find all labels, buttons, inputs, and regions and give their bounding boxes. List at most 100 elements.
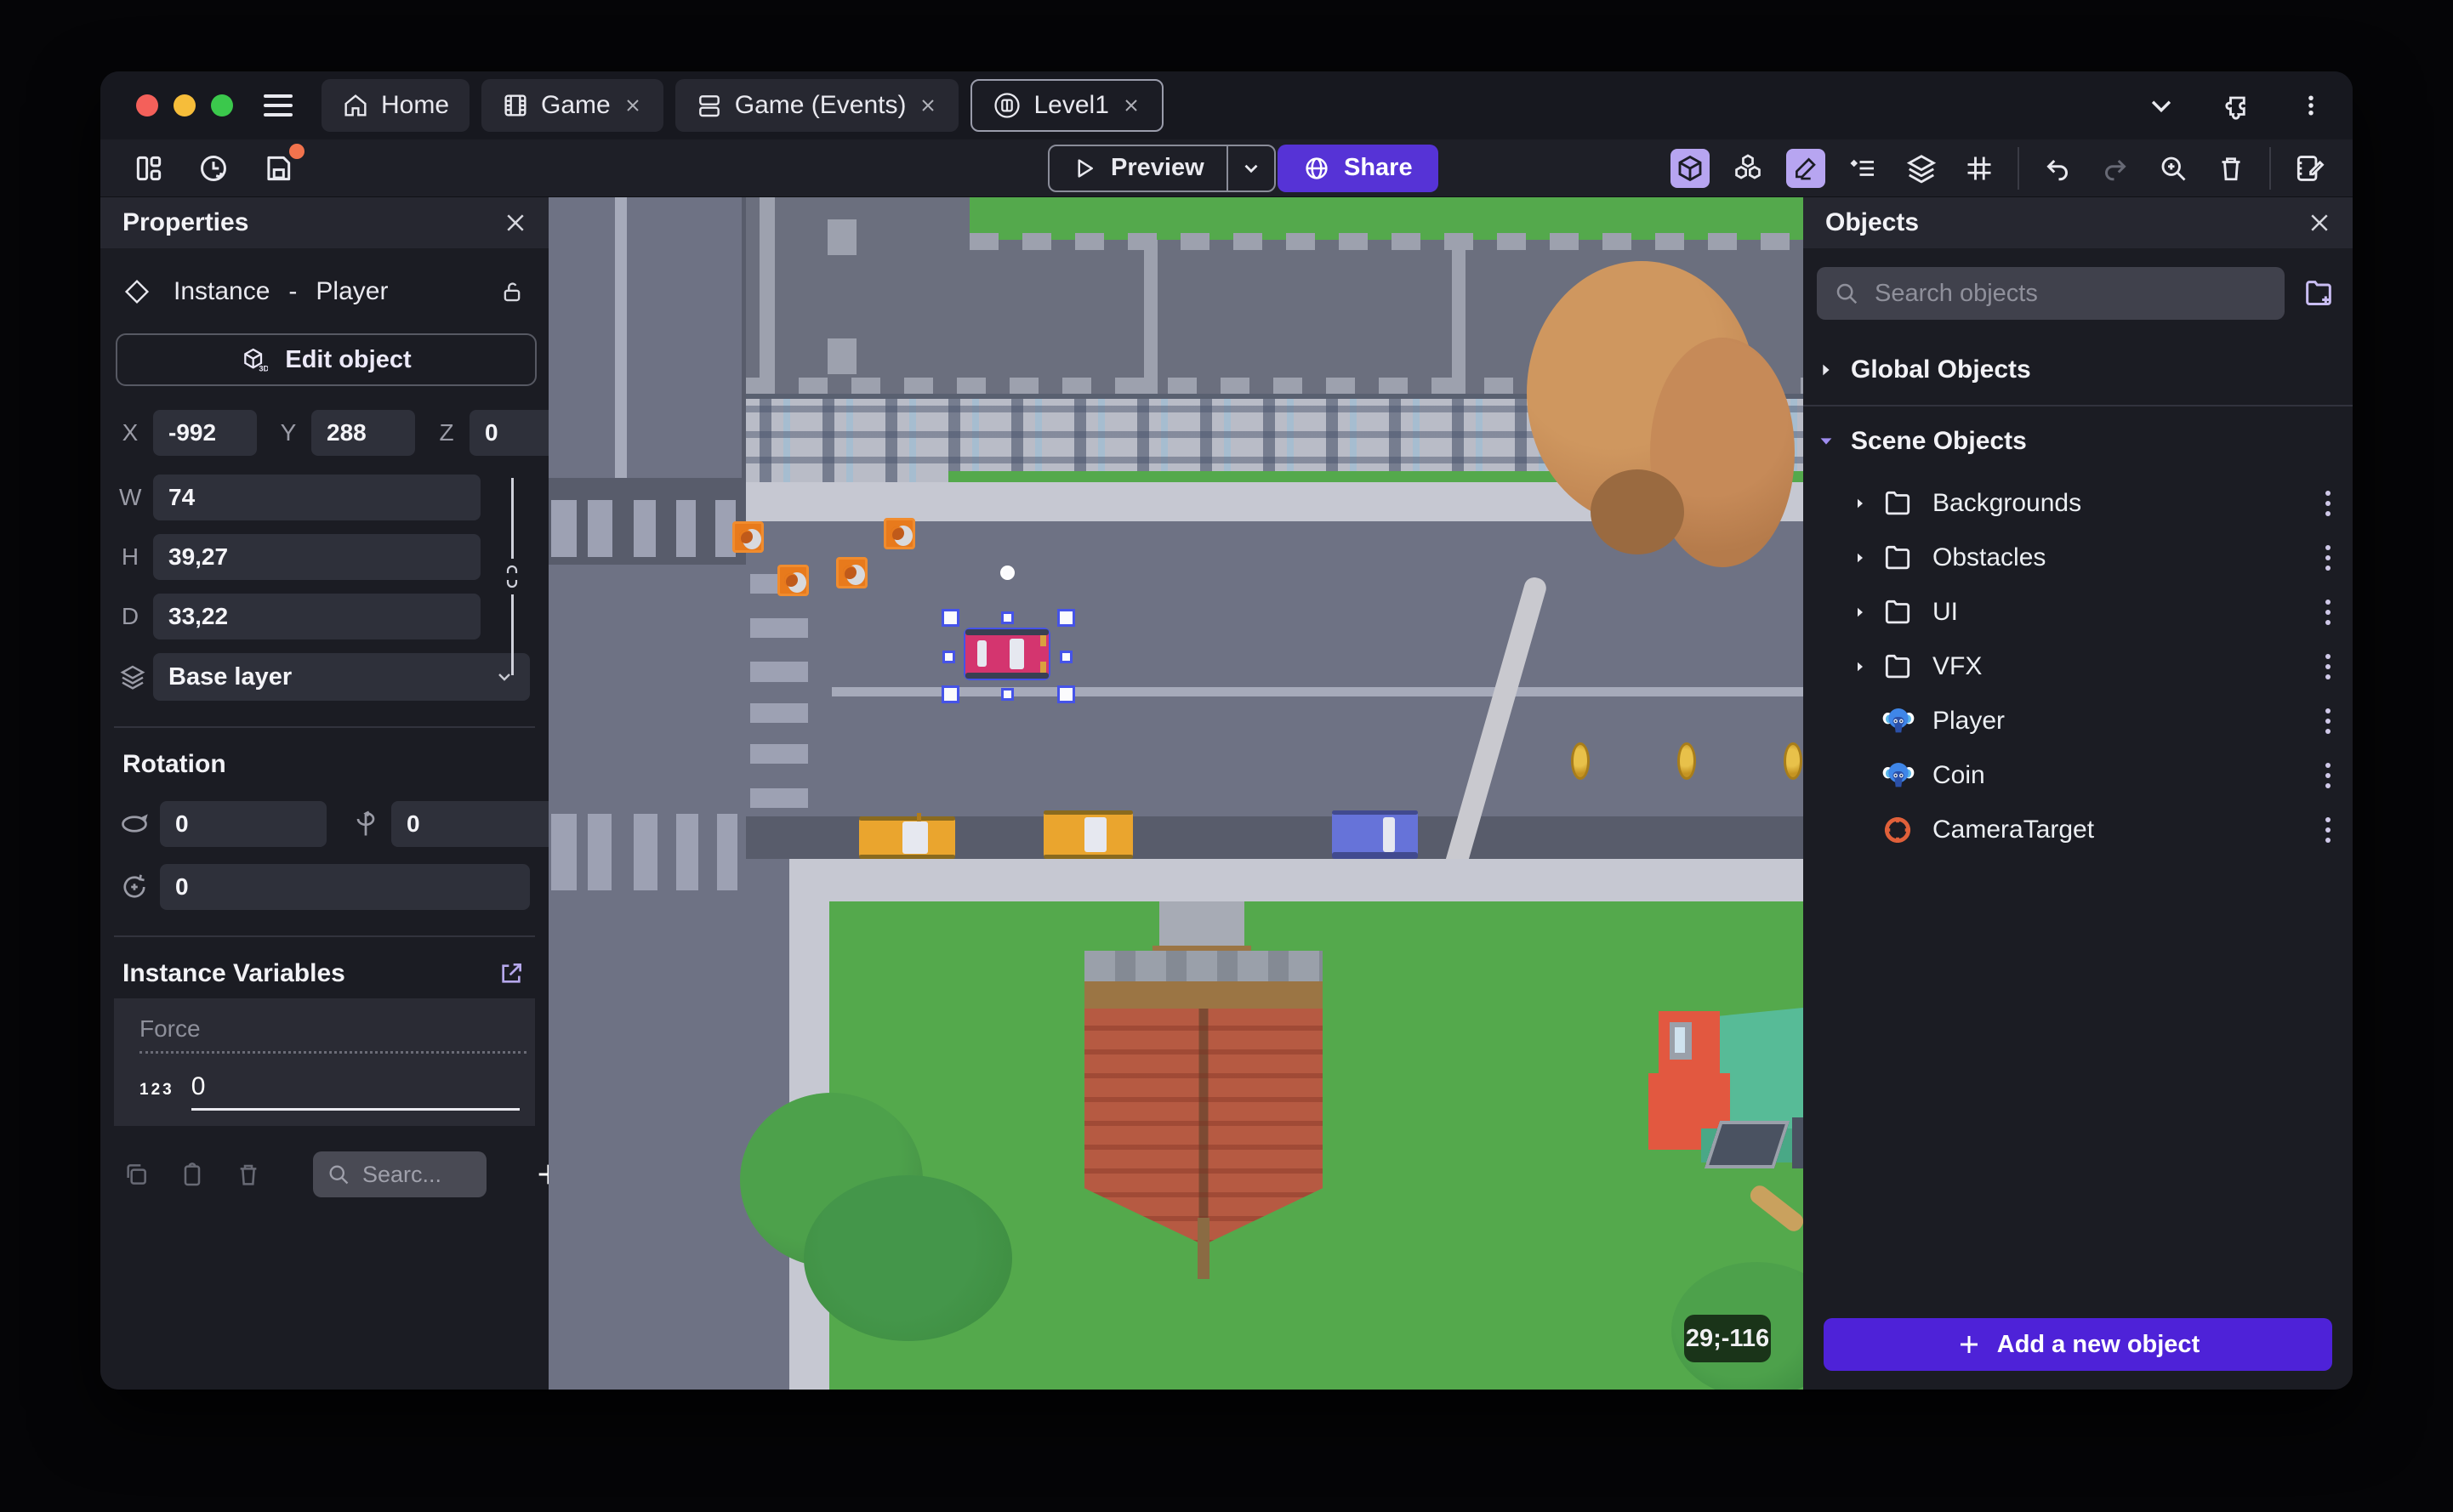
green-tree[interactable] xyxy=(804,1175,1012,1341)
caret-right-icon[interactable] xyxy=(1853,605,1881,620)
global-objects-section[interactable]: Global Objects xyxy=(1803,335,2353,405)
depth-input[interactable] xyxy=(153,594,481,639)
tree-item-ui[interactable]: UI xyxy=(1803,585,2353,639)
proportional-link-control[interactable] xyxy=(501,478,523,675)
player-car-selected[interactable] xyxy=(964,628,1050,680)
scene-canvas[interactable]: 29;-116 xyxy=(549,197,1803,1390)
y-input[interactable] xyxy=(311,410,415,456)
zoom-in-icon[interactable] xyxy=(2154,149,2193,188)
blue-car[interactable] xyxy=(1332,810,1418,859)
add-new-object-button[interactable]: Add a new object xyxy=(1824,1318,2332,1371)
item-menu-kebab-icon[interactable] xyxy=(2319,756,2337,795)
variables-search-input[interactable] xyxy=(362,1161,473,1188)
close-properties-icon[interactable] xyxy=(503,210,528,236)
instance-list-icon[interactable] xyxy=(1844,149,1883,188)
caret-right-icon[interactable] xyxy=(1853,496,1881,511)
variable-value[interactable]: 0 xyxy=(191,1072,520,1111)
item-menu-kebab-icon[interactable] xyxy=(2319,810,2337,850)
selection-handle[interactable] xyxy=(1057,685,1075,703)
tree-item-coin[interactable]: Coin xyxy=(1803,748,2353,803)
trash-icon[interactable] xyxy=(2211,149,2251,188)
caret-right-icon[interactable] xyxy=(1853,659,1881,674)
caret-right-icon[interactable] xyxy=(1853,550,1881,566)
cube-3d-icon[interactable] xyxy=(1670,148,1710,188)
pencil-edit-icon[interactable] xyxy=(1786,148,1825,188)
x-input[interactable] xyxy=(153,410,257,456)
objects-search-box[interactable] xyxy=(1817,267,2285,320)
crate-obstacle[interactable] xyxy=(777,565,809,596)
close-tab-icon[interactable] xyxy=(1121,95,1141,116)
variable-row-force[interactable]: Force 123 0 xyxy=(114,998,535,1126)
crate-obstacle[interactable] xyxy=(732,521,764,553)
main-menu-icon[interactable] xyxy=(264,94,293,117)
tower-battlement[interactable] xyxy=(1084,951,1323,983)
edit-object-button[interactable]: 3D Edit object xyxy=(116,333,537,386)
selection-handle[interactable] xyxy=(1001,611,1014,624)
tree-item-player[interactable]: Player xyxy=(1803,694,2353,748)
coin[interactable] xyxy=(1784,742,1802,780)
kebab-menu-icon[interactable] xyxy=(2298,91,2324,120)
grid-icon[interactable] xyxy=(1960,149,1999,188)
layer-select[interactable]: Base layer xyxy=(153,653,530,701)
selection-handle[interactable] xyxy=(942,651,955,663)
tab-game[interactable]: Game xyxy=(481,79,663,132)
rotation-z-input[interactable] xyxy=(160,864,530,910)
events-notebook-icon[interactable] xyxy=(2290,149,2329,188)
minimize-window-button[interactable] xyxy=(174,94,196,117)
unlock-icon[interactable] xyxy=(499,279,525,304)
yellow-car[interactable] xyxy=(1044,810,1133,859)
item-menu-kebab-icon[interactable] xyxy=(2319,702,2337,741)
selection-handle[interactable] xyxy=(942,685,959,703)
redo-icon[interactable] xyxy=(2096,149,2135,188)
objects-search-input[interactable] xyxy=(1875,279,2268,308)
objects-cubes-icon[interactable] xyxy=(1728,149,1767,188)
selection-handle[interactable] xyxy=(942,609,959,627)
close-window-button[interactable] xyxy=(136,94,158,117)
crate-obstacle[interactable] xyxy=(836,557,868,588)
close-tab-icon[interactable] xyxy=(623,95,643,116)
item-menu-kebab-icon[interactable] xyxy=(2319,484,2337,523)
coin[interactable] xyxy=(1571,742,1590,780)
height-input[interactable] xyxy=(153,534,481,580)
extensions-puzzle-icon[interactable] xyxy=(2222,90,2252,121)
tree-item-cameratarget[interactable]: CameraTarget xyxy=(1803,803,2353,857)
selection-handle[interactable] xyxy=(1001,688,1014,701)
tab-game-events[interactable]: Game (Events) xyxy=(674,79,959,132)
yellow-car[interactable] xyxy=(859,813,955,859)
tree-item-backgrounds[interactable]: Backgrounds xyxy=(1803,476,2353,531)
add-folder-icon[interactable] xyxy=(2302,276,2336,310)
item-menu-kebab-icon[interactable] xyxy=(2319,538,2337,577)
copy-icon[interactable] xyxy=(122,1161,150,1188)
layout-panels-icon[interactable] xyxy=(129,149,168,188)
tab-level1[interactable]: Level1 xyxy=(970,79,1164,132)
rotation-x-input[interactable] xyxy=(160,801,327,847)
history-clock-icon[interactable] xyxy=(194,149,233,188)
rotation-y-input[interactable] xyxy=(391,801,558,847)
crate-obstacle[interactable] xyxy=(884,518,915,549)
undo-icon[interactable] xyxy=(2038,149,2077,188)
preview-button[interactable]: Preview xyxy=(1050,146,1226,190)
selection-handle[interactable] xyxy=(1057,609,1075,627)
preview-options-chevron[interactable] xyxy=(1226,145,1274,190)
delete-variable-icon[interactable] xyxy=(235,1161,262,1188)
tab-home[interactable]: Home xyxy=(322,79,470,132)
zoom-window-button[interactable] xyxy=(211,94,233,117)
coin[interactable] xyxy=(1677,742,1696,780)
open-variables-external-icon[interactable] xyxy=(498,960,525,987)
layers-icon[interactable] xyxy=(1902,149,1941,188)
share-button[interactable]: Share xyxy=(1278,144,1438,192)
close-tab-icon[interactable] xyxy=(918,95,938,116)
close-objects-icon[interactable] xyxy=(2307,210,2332,236)
scene-objects-section[interactable]: Scene Objects xyxy=(1803,406,2353,476)
tree-item-vfx[interactable]: VFX xyxy=(1803,639,2353,694)
width-input[interactable] xyxy=(153,475,481,520)
tree-item-obstacles[interactable]: Obstacles xyxy=(1803,531,2353,585)
item-menu-kebab-icon[interactable] xyxy=(2319,593,2337,632)
selection-handle[interactable] xyxy=(1060,651,1073,663)
variable-name[interactable]: Force xyxy=(139,1015,526,1054)
rotation-handle[interactable] xyxy=(1000,566,1015,580)
item-menu-kebab-icon[interactable] xyxy=(2319,647,2337,686)
save-icon[interactable] xyxy=(259,143,304,188)
variables-search-box[interactable] xyxy=(313,1151,487,1197)
chevron-down-icon[interactable] xyxy=(2147,91,2176,120)
